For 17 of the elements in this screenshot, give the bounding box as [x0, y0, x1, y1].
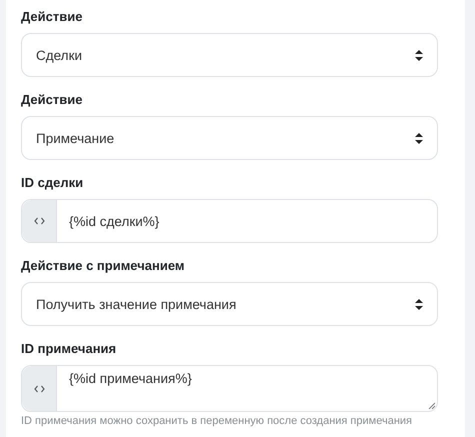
resize-grip-icon: [428, 402, 435, 409]
hint-text: ID примечания можно сохранить в переменную после создания примечания: [21, 415, 413, 427]
code-icon: [34, 384, 44, 392]
sort-arrows-icon: [415, 132, 423, 144]
field-label: Действие: [21, 9, 84, 25]
sort-arrows-icon: [415, 50, 423, 60]
field-label: Действие с примечанием: [21, 258, 186, 274]
field-label: Действие: [21, 92, 84, 108]
field-label: ID сделки: [21, 175, 84, 191]
field-label: ID примечания: [21, 341, 118, 357]
select-field[interactable]: Примечание: [21, 116, 438, 160]
input-field[interactable]: {%id сделки%}: [21, 199, 438, 243]
select-field[interactable]: Сделки: [21, 33, 438, 77]
code-icon: [34, 217, 44, 225]
select-field[interactable]: Получить значение примечания: [21, 282, 438, 326]
textarea-field[interactable]: {%id примечания%}: [21, 365, 438, 412]
sort-arrows-icon: [415, 298, 423, 310]
